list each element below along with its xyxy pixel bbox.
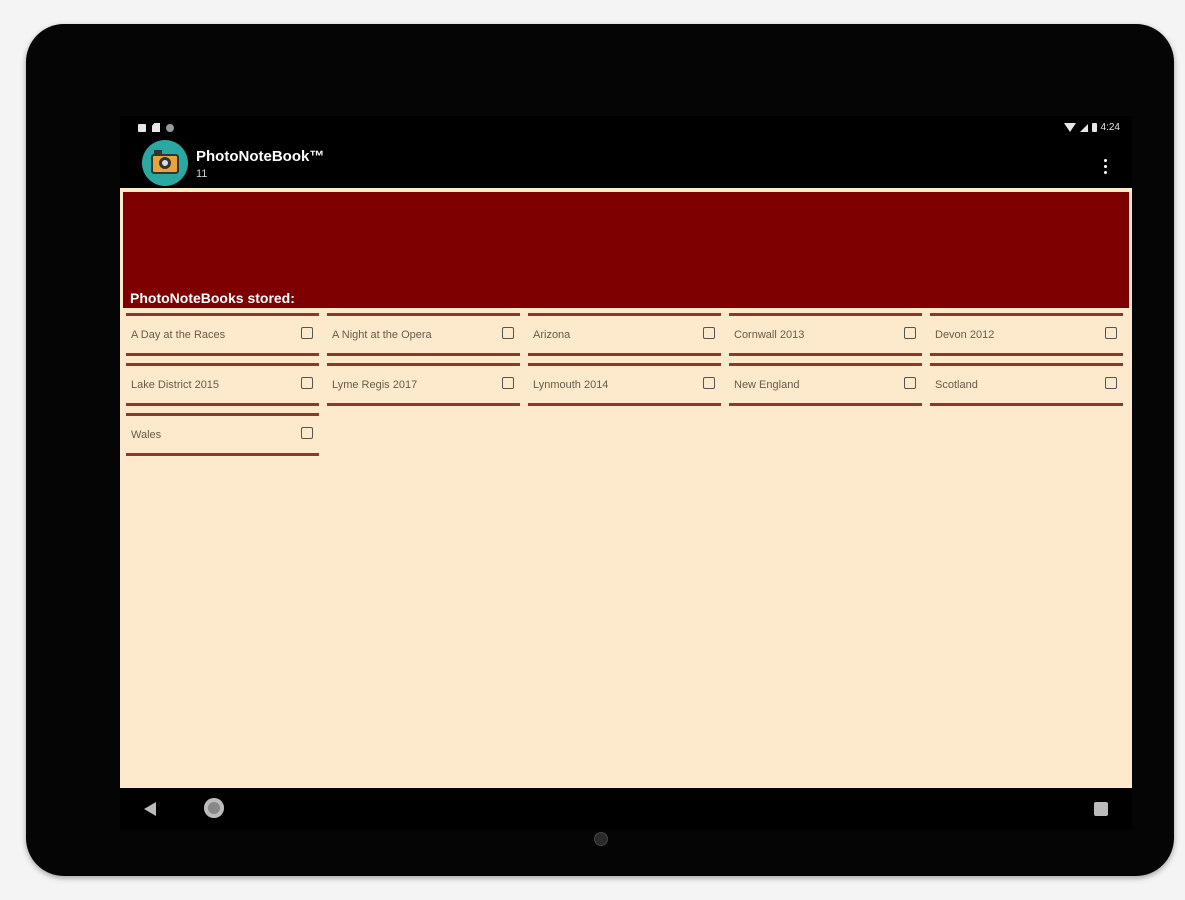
notebook-name: A Day at the Races [131,329,226,341]
main-content: PhotoNoteBooks stored: A Day at the Race… [120,188,1132,788]
notebook-name: A Night at the Opera [332,329,432,341]
action-bar: PhotoNoteBook™ 11 [120,140,1132,188]
home-icon[interactable] [204,798,224,818]
notebook-checkbox[interactable] [502,377,514,389]
camera-lens [159,157,171,169]
notification-icon [138,123,146,132]
notebook-checkbox[interactable] [904,327,916,339]
screen: 4:24 PhotoNoteBook™ 11 PhotoNoteBooks st… [120,116,1132,830]
header-banner: PhotoNoteBooks stored: [123,192,1129,311]
sync-icon [166,123,174,132]
sd-card-icon [152,123,160,132]
status-clock: 4:24 [1100,122,1120,133]
app-logo-camera-icon[interactable] [142,140,188,186]
notebook-item[interactable]: New England [729,363,922,406]
back-icon[interactable] [144,802,156,816]
tablet-frame: 4:24 PhotoNoteBook™ 11 PhotoNoteBooks st… [26,24,1174,876]
notebook-item[interactable]: Lyme Regis 2017 [327,363,520,406]
notebook-checkbox[interactable] [1105,327,1117,339]
notebook-item[interactable]: Wales [126,413,319,456]
notebook-checkbox[interactable] [301,427,313,439]
app-title: PhotoNoteBook™ [196,148,325,165]
notebooks-stored-label: PhotoNoteBooks stored: [130,290,295,306]
notebook-item[interactable]: Cornwall 2013 [729,313,922,356]
battery-icon [1091,123,1097,132]
notebook-checkbox[interactable] [301,377,313,389]
notebook-name: Cornwall 2013 [734,329,805,341]
notebook-checkbox[interactable] [301,327,313,339]
notebook-grid: A Day at the Races A Night at the Opera … [126,313,1126,456]
notebook-name: Lynmouth 2014 [533,379,609,391]
notebook-name: New England [734,379,800,391]
notebook-name: Wales [131,429,162,441]
notebook-item[interactable]: Arizona [528,313,721,356]
notebook-checkbox[interactable] [703,377,715,389]
notebook-name: Lyme Regis 2017 [332,379,418,391]
notebook-name: Lake District 2015 [131,379,220,391]
signal-icon [1079,123,1088,132]
notebook-checkbox[interactable] [1105,377,1117,389]
notebook-item[interactable]: Devon 2012 [930,313,1123,356]
system-icons: 4:24 [1063,122,1120,133]
notebook-item[interactable]: Lynmouth 2014 [528,363,721,406]
notebook-checkbox[interactable] [904,377,916,389]
notebook-name: Devon 2012 [935,329,995,341]
notebook-item[interactable]: A Day at the Races [126,313,319,356]
notebook-checkbox[interactable] [502,327,514,339]
wifi-icon [1063,123,1076,132]
status-bar: 4:24 [120,116,1132,140]
notebook-item[interactable]: Lake District 2015 [126,363,319,406]
notebook-name: Arizona [533,329,571,341]
front-camera [594,832,608,846]
overflow-menu-icon[interactable] [1100,157,1112,176]
notification-icons [138,123,174,132]
notebook-count: 11 [196,168,208,180]
navigation-bar [120,788,1132,830]
notebook-checkbox[interactable] [703,327,715,339]
notebook-item[interactable]: Scotland [930,363,1123,406]
notebook-name: Scotland [935,379,978,391]
recent-apps-icon[interactable] [1094,802,1108,816]
notebook-item[interactable]: A Night at the Opera [327,313,520,356]
